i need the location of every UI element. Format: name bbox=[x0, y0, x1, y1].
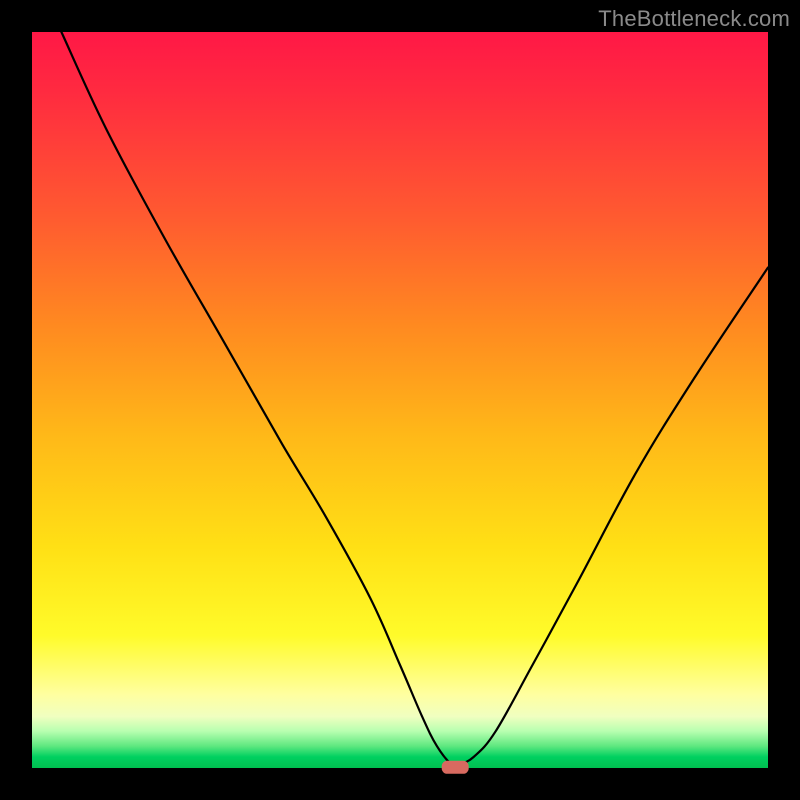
curve-svg bbox=[32, 32, 768, 768]
optimum-marker bbox=[442, 761, 468, 773]
watermark-text: TheBottleneck.com bbox=[598, 6, 790, 32]
bottleneck-curve bbox=[61, 32, 768, 766]
chart-frame: TheBottleneck.com bbox=[0, 0, 800, 800]
plot-area bbox=[32, 32, 768, 768]
